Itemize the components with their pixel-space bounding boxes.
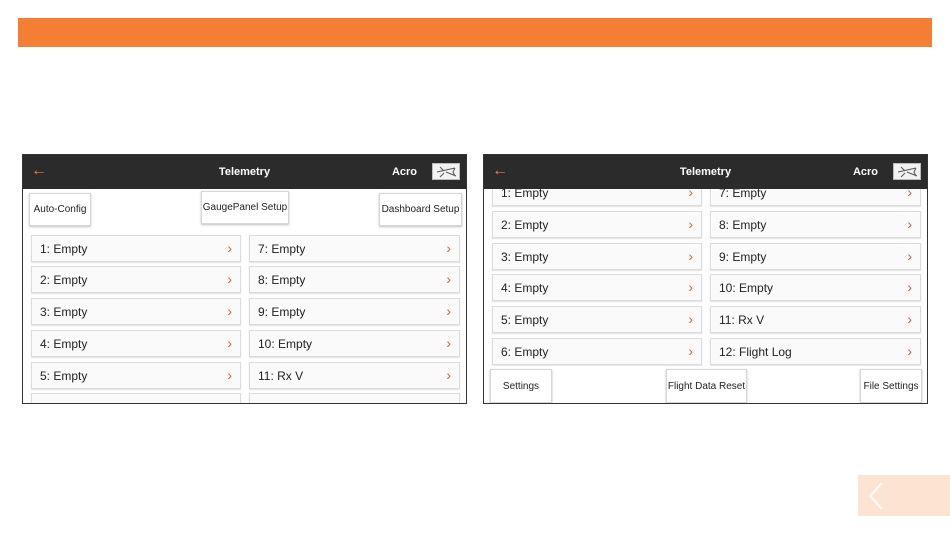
list-item[interactable]: 8: Empty › [710,211,921,238]
list-item[interactable]: 4: Empty › [31,330,241,357]
chevron-right-icon: › [688,248,693,264]
list-item[interactable]: 2: Empty › [31,266,241,293]
airplane-icon[interactable] [432,163,460,180]
chevron-right-icon: › [688,216,693,232]
chevron-right-icon: › [688,279,693,295]
model-name: Acro [852,166,878,178]
list-item[interactable]: 3: Empty › [31,298,241,325]
dashboard-setup-button[interactable]: Dashboard Setup [379,193,462,226]
list-item[interactable]: 11: Rx V › [249,362,460,389]
chevron-right-icon: › [688,343,693,359]
chevron-right-icon: › [907,216,912,232]
telemetry-screen-left: ← Telemetry Acro Auto-Config GaugePanel … [22,154,467,404]
flight-data-reset-button[interactable]: Flight Data Reset [666,369,747,403]
list-item[interactable]: 12: Flight Log › [710,338,921,365]
chevron-right-icon: › [227,240,232,256]
bottom-button-bar: Settings Flight Data Reset File Settings [484,366,927,403]
list-item[interactable]: 7: Empty › [249,235,460,262]
chevron-right-icon: › [227,303,232,319]
settings-button[interactable]: Settings [490,369,552,403]
file-settings-button[interactable]: File Settings [860,369,922,403]
chevron-right-icon: › [446,335,451,351]
list-item[interactable]: 6: Empty › [492,338,702,365]
chevron-right-icon: › [907,343,912,359]
chevron-right-icon: › [446,240,451,256]
list-item[interactable]: 1: Empty › [31,235,241,262]
chevron-right-icon: › [446,303,451,319]
chevron-right-icon: › [907,248,912,264]
list-item[interactable]: 4: Empty › [492,274,702,301]
list-item[interactable]: 11: Rx V › [710,306,921,333]
list-item-partial[interactable] [249,393,460,403]
previous-page-button[interactable] [858,475,950,516]
list-item[interactable]: 9: Empty › [249,298,460,325]
chevron-right-icon: › [227,271,232,287]
top-accent-bar [18,18,932,47]
screen-header: ← Telemetry Acro [484,155,927,189]
list-item[interactable]: 10: Empty › [710,274,921,301]
screen-header: ← Telemetry Acro [23,155,466,189]
model-name: Acro [391,166,417,178]
chevron-right-icon: › [688,311,693,327]
chevron-left-icon [868,482,883,510]
list-item-partial[interactable] [31,393,241,403]
chevron-right-icon: › [907,279,912,295]
chevron-right-icon: › [907,311,912,327]
gauge-panel-setup-button[interactable]: GaugePanel Setup [201,191,289,224]
auto-config-button[interactable]: Auto-Config [29,193,91,226]
list-item[interactable]: 5: Empty › [492,306,702,333]
list-item[interactable]: 10: Empty › [249,330,460,357]
telemetry-screen-right: 1: Empty › 7: Empty › 2: Empty › 8: Empt… [483,154,928,404]
chevron-right-icon: › [227,367,232,383]
chevron-right-icon: › [227,335,232,351]
list-item[interactable]: 2: Empty › [492,211,702,238]
list-item[interactable]: 3: Empty › [492,243,702,270]
list-item[interactable]: 5: Empty › [31,362,241,389]
list-item[interactable]: 8: Empty › [249,266,460,293]
list-item[interactable]: 9: Empty › [710,243,921,270]
chevron-right-icon: › [446,271,451,287]
chevron-right-icon: › [446,367,451,383]
airplane-icon[interactable] [893,163,921,180]
